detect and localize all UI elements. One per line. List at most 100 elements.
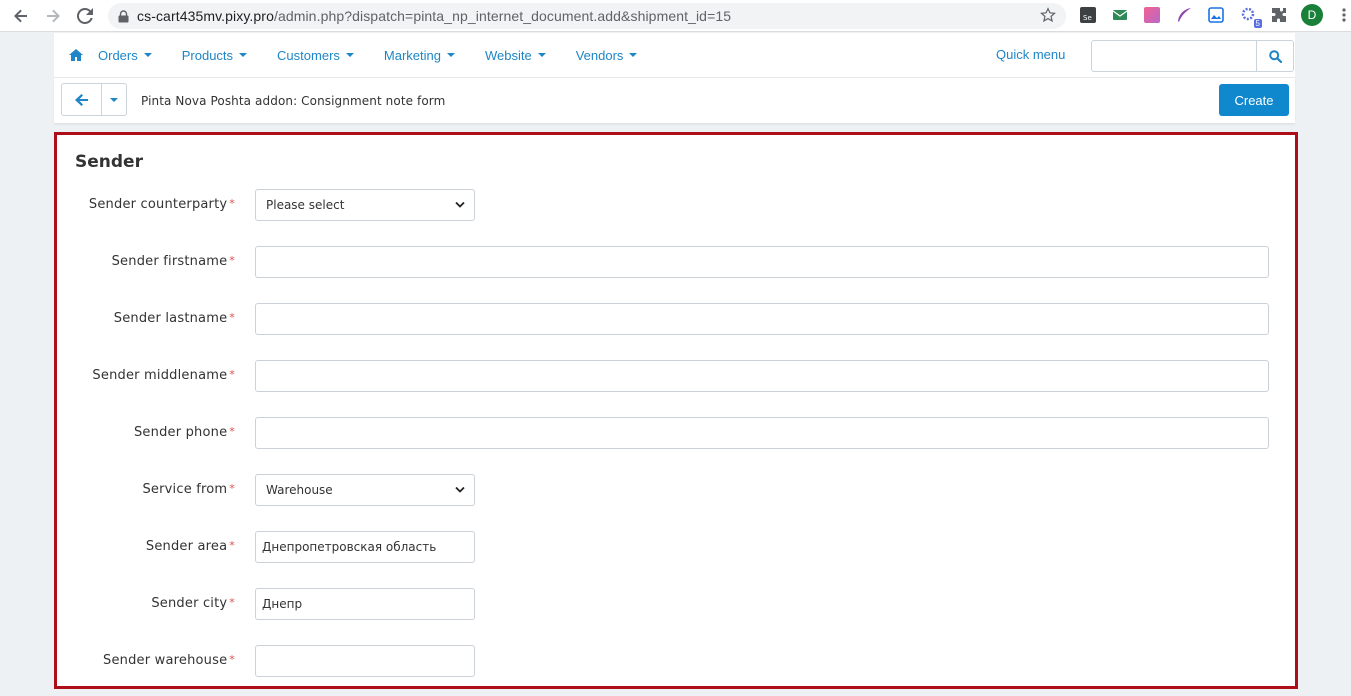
chevron-down-icon: [629, 53, 638, 57]
field-sender-phone: Sender phone *: [57, 417, 1295, 449]
field-label-text: Sender lastname: [113, 311, 228, 326]
arrow-left-icon: [75, 93, 88, 106]
field-sender-middlename: Sender middlename *: [57, 360, 1295, 392]
field-label-text: Sender phone: [133, 425, 228, 440]
sender-firstname-input[interactable]: [255, 246, 1269, 278]
required-mark: *: [229, 197, 235, 210]
lock-icon: [118, 9, 129, 22]
search-icon: [1268, 49, 1282, 63]
required-mark: *: [229, 653, 235, 666]
profile-initial: D: [1307, 8, 1317, 22]
nav-vendors-label: Vendors: [575, 47, 624, 63]
back-dropdown-button[interactable]: [102, 84, 126, 115]
feather-extension-icon[interactable]: [1175, 6, 1193, 24]
browser-toolbar: cs-cart435mv.pixy.pro/admin.php?dispatch…: [0, 0, 1351, 32]
extension-badge: 5: [1253, 19, 1262, 28]
field-label: Sender counterparty *: [89, 197, 235, 212]
field-label: Sender lastname *: [114, 311, 235, 326]
select-value: Warehouse: [266, 483, 333, 497]
nav-orders[interactable]: Orders: [98, 48, 152, 63]
nav-website[interactable]: Website: [485, 48, 546, 63]
field-sender-warehouse: Sender warehouse *: [57, 645, 1295, 677]
field-sender-firstname: Sender firstname *: [57, 246, 1295, 278]
reload-icon[interactable]: [74, 5, 96, 27]
puzzle-extensions-icon[interactable]: [1270, 6, 1288, 24]
sender-city-input[interactable]: Днепр: [255, 588, 475, 620]
chevron-down-icon: [455, 201, 465, 208]
search-button[interactable]: [1256, 40, 1294, 72]
sender-middlename-input[interactable]: [255, 360, 1269, 392]
sender-warehouse-input[interactable]: [255, 645, 475, 677]
page-toolbar: Pinta Nova Poshta addon: Consignment not…: [54, 78, 1295, 124]
kebab-menu-icon[interactable]: [1335, 6, 1351, 24]
mail-extension-icon[interactable]: [1111, 6, 1129, 24]
required-mark: *: [229, 368, 235, 381]
chevron-down-icon: [239, 53, 248, 57]
field-label-text: Sender middlename: [92, 368, 228, 383]
admin-header: Orders Products Customers Marketing Webs…: [54, 33, 1295, 124]
gear-extension-icon[interactable]: 5: [1240, 6, 1262, 28]
field-sender-counterparty: Sender counterparty * Please select: [57, 189, 1295, 221]
field-label: Sender firstname *: [112, 254, 235, 269]
home-icon[interactable]: [54, 49, 98, 61]
sender-phone-input[interactable]: [255, 417, 1269, 449]
field-label-text: Sender firstname: [111, 254, 228, 269]
bookmark-star-icon[interactable]: [1040, 7, 1056, 28]
field-service-from: Service from * Warehouse: [57, 474, 1295, 506]
sender-area-input[interactable]: Днепропетровская область: [255, 531, 475, 563]
se-extension-icon[interactable]: Se: [1079, 6, 1097, 24]
profile-avatar[interactable]: D: [1301, 4, 1323, 26]
nav-customers[interactable]: Customers: [277, 48, 354, 63]
chevron-down-icon: [455, 486, 465, 493]
nav-marketing-label: Marketing: [383, 47, 441, 63]
nav-orders-label: Orders: [98, 47, 138, 63]
required-mark: *: [229, 311, 235, 324]
field-sender-city: Sender city * Днепр: [57, 588, 1295, 620]
search-input[interactable]: [1091, 40, 1256, 72]
back-button[interactable]: [62, 84, 102, 115]
nav-website-label: Website: [484, 47, 532, 63]
nav-products-label: Products: [181, 47, 234, 63]
url-path: /admin.php?dispatch=pinta_np_internet_do…: [273, 8, 732, 24]
nav-vendors[interactable]: Vendors: [576, 48, 638, 63]
forward-arrow-icon[interactable]: [42, 5, 64, 27]
svg-text:Se: Se: [1083, 14, 1092, 22]
back-button-group: [61, 83, 127, 116]
field-label-text: Sender warehouse: [103, 653, 228, 668]
chevron-down-icon: [143, 53, 152, 57]
section-title: Sender: [75, 152, 143, 172]
field-label-text: Service from: [142, 482, 228, 497]
top-navigation: Orders Products Customers Marketing Webs…: [54, 33, 1295, 78]
field-label-text: Sender area: [145, 539, 228, 554]
create-button[interactable]: Create: [1219, 84, 1289, 116]
required-mark: *: [229, 539, 235, 552]
url-text: cs-cart435mv.pixy.pro/admin.php?dispatch…: [137, 8, 731, 24]
field-label: Sender area *: [146, 539, 235, 554]
required-mark: *: [229, 596, 235, 609]
nav-marketing[interactable]: Marketing: [384, 48, 455, 63]
admin-search: [1091, 40, 1294, 72]
image-extension-icon[interactable]: [1207, 6, 1225, 24]
quick-menu-link[interactable]: Quick menu: [996, 47, 1065, 62]
chevron-down-icon: [110, 97, 118, 102]
url-host: cs-cart435mv.pixy.pro: [137, 8, 274, 24]
field-label: Sender middlename *: [92, 368, 235, 383]
service-from-select[interactable]: Warehouse: [255, 474, 475, 506]
page-title: Pinta Nova Poshta addon: Consignment not…: [141, 94, 446, 108]
chevron-down-icon: [537, 53, 546, 57]
nav-products[interactable]: Products: [181, 47, 248, 63]
select-value: Please select: [266, 198, 345, 212]
field-label: Service from *: [142, 482, 235, 497]
field-sender-area: Sender area * Днепропетровская область: [57, 531, 1295, 563]
back-arrow-icon[interactable]: [10, 5, 32, 27]
sender-lastname-input[interactable]: [255, 303, 1269, 335]
sender-counterparty-select[interactable]: Please select: [255, 189, 475, 221]
chevron-down-icon: [345, 53, 354, 57]
field-sender-lastname: Sender lastname *: [57, 303, 1295, 335]
field-label: Sender warehouse *: [103, 653, 235, 668]
color-extension-icon[interactable]: [1143, 6, 1161, 24]
field-label: Sender phone *: [134, 425, 235, 440]
address-bar[interactable]: cs-cart435mv.pixy.pro/admin.php?dispatch…: [108, 3, 1066, 29]
field-label: Sender city *: [151, 596, 235, 611]
nav-customers-label: Customers: [277, 47, 340, 63]
